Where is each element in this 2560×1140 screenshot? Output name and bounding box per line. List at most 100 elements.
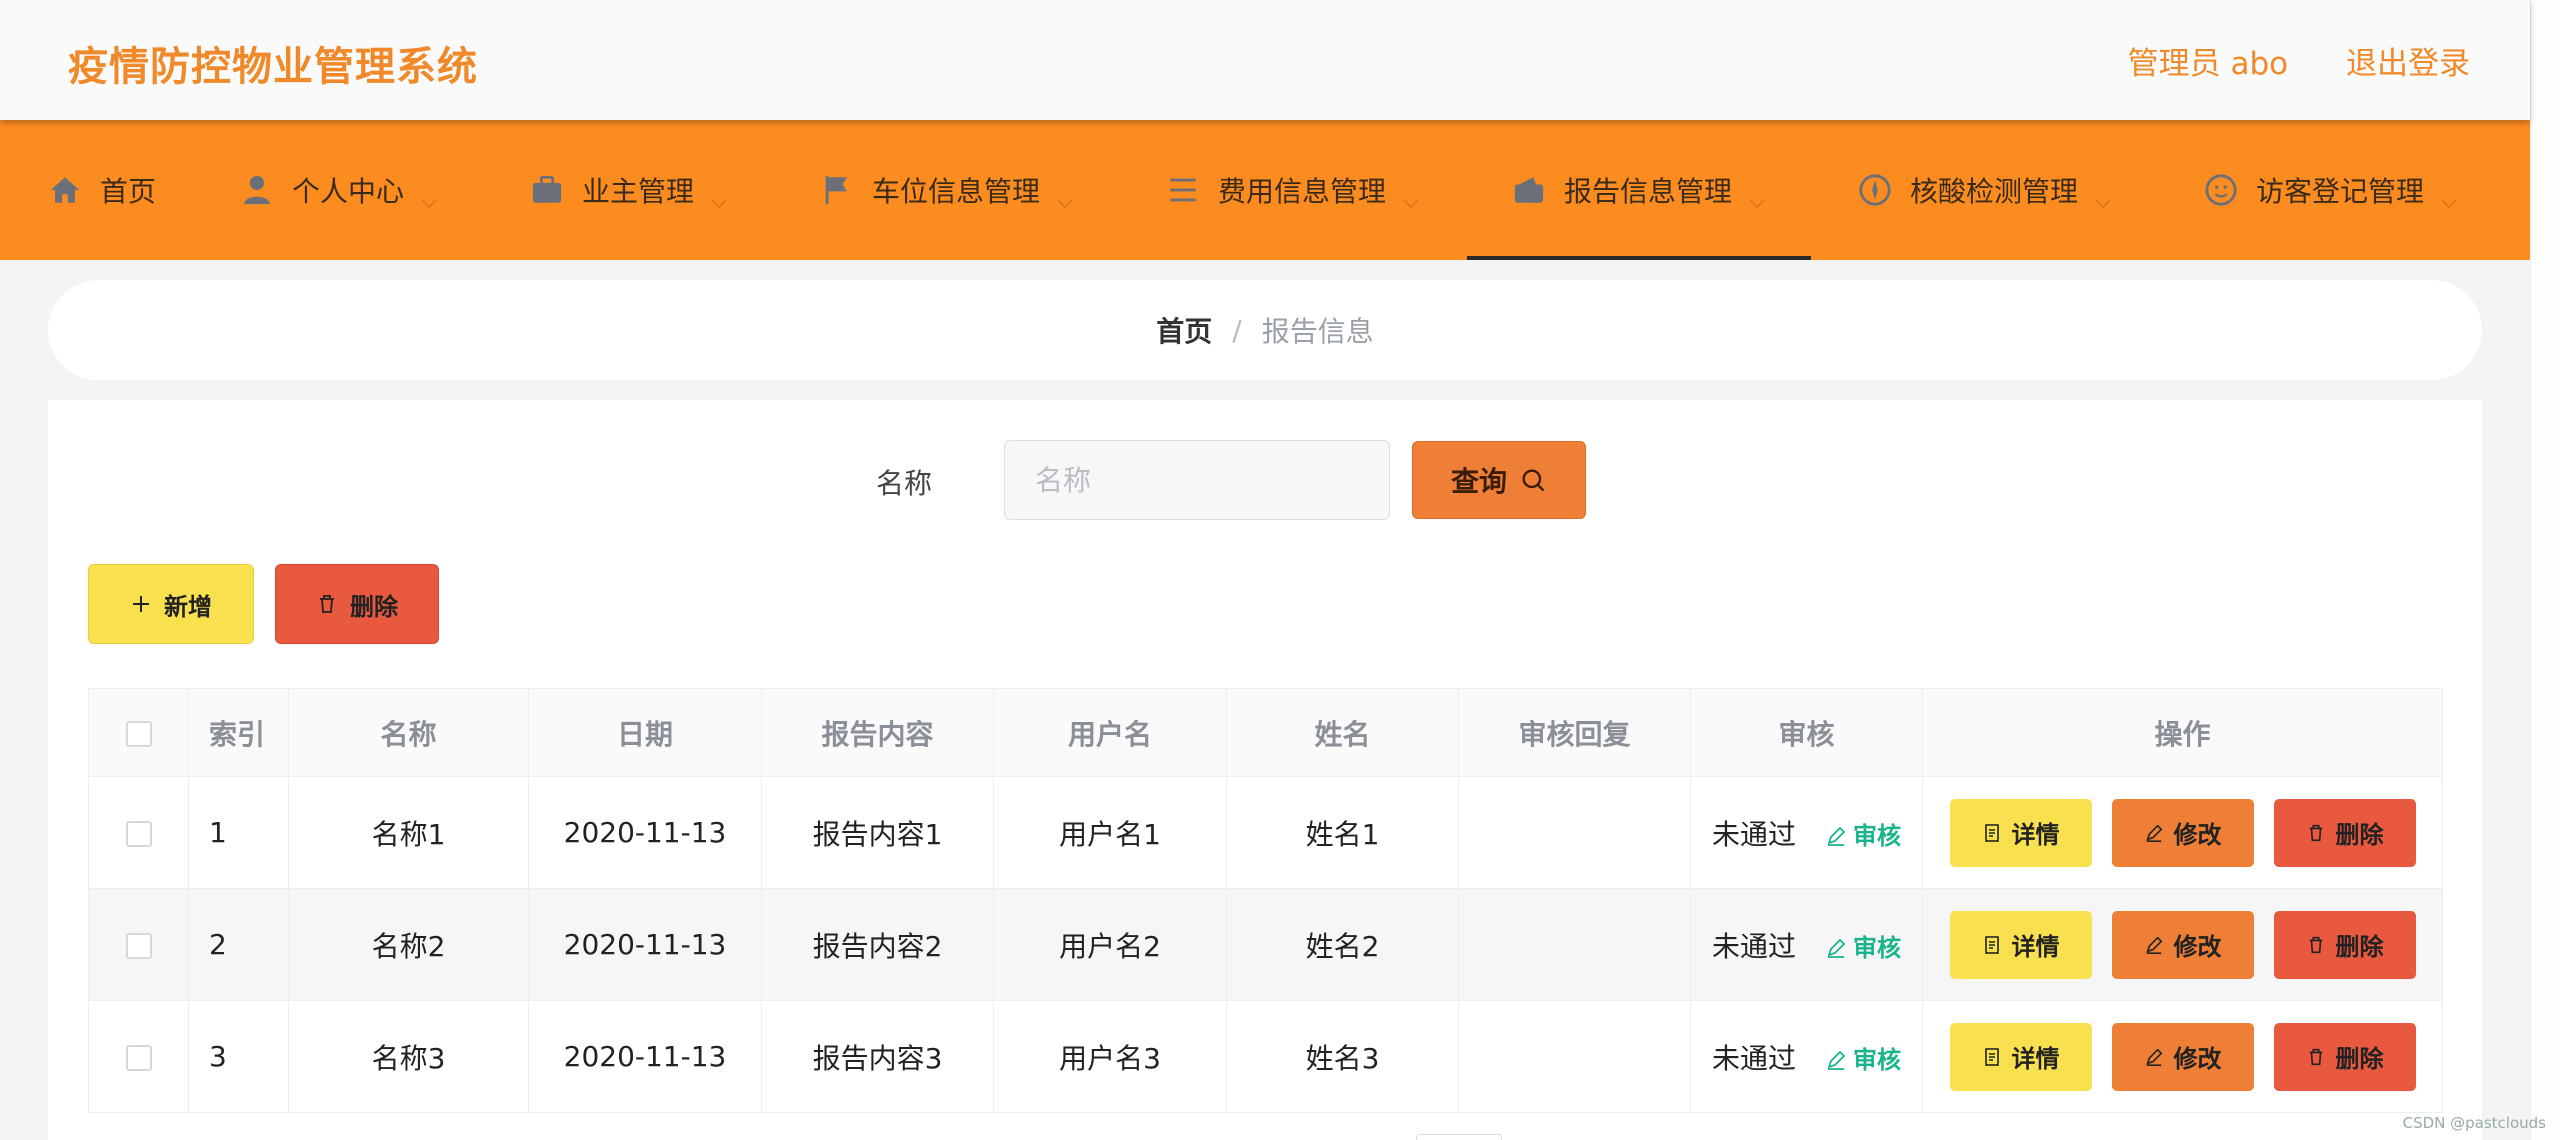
user-area: 管理员 abo 退出登录	[2128, 38, 2470, 83]
top-header: 疫情防控物业管理系统 管理员 abo 退出登录	[0, 0, 2530, 120]
nav-item-owners[interactable]: 业主管理	[530, 120, 728, 260]
delete-button[interactable]: 删除	[2273, 798, 2416, 867]
edit-icon	[1827, 826, 1846, 846]
column-header: 日期	[528, 688, 762, 777]
cell-username: 用户名3	[993, 1000, 1227, 1113]
search-label: 名称	[876, 467, 933, 500]
cell-username: 用户名1	[993, 776, 1227, 889]
cell-date: 2020-11-13	[528, 1000, 762, 1113]
audit-status: 未通过	[1712, 817, 1797, 851]
detail-button[interactable]: 详情	[1949, 1022, 2092, 1091]
nav-item-nucleic-tests[interactable]: 核酸检测管理	[1858, 120, 2112, 260]
delete-button[interactable]: 删除	[2273, 910, 2416, 979]
table-row: 2 名称2 2020-11-13 报告内容2 用户名2 姓名2 未通过 审核 详…	[88, 888, 2443, 1001]
cell-index: 2	[188, 888, 289, 1001]
audit-link[interactable]: 审核	[1825, 1046, 1901, 1074]
cell-name: 名称3	[288, 1000, 529, 1113]
row-checkbox[interactable]	[125, 821, 152, 847]
cell-date: 2020-11-13	[528, 888, 762, 1001]
breadcrumb-current: 报告信息	[1261, 315, 1374, 348]
nav-item-profile[interactable]: 个人中心	[240, 120, 438, 260]
audit-link[interactable]: 审核	[1825, 934, 1901, 962]
cell-audit: 未通过 审核	[1690, 776, 1923, 889]
breadcrumb: 首页 / 报告信息	[48, 280, 2482, 380]
cell-realname: 姓名3	[1226, 1000, 1459, 1113]
vertical-scrollbar[interactable]	[2530, 0, 2560, 1140]
batch-delete-button-label: 删除	[350, 592, 398, 621]
audit-status: 未通过	[1712, 1041, 1797, 1075]
column-header: 名称	[288, 688, 529, 777]
delete-button-label: 删除	[2335, 1045, 2384, 1073]
chevron-down-icon	[710, 184, 728, 209]
trash-icon	[2309, 824, 2322, 841]
add-button[interactable]: 新增	[88, 564, 254, 644]
edit-button[interactable]: 修改	[2111, 798, 2254, 867]
user-icon	[240, 173, 274, 207]
edit-button-label: 修改	[2173, 821, 2222, 849]
column-header: 索引	[188, 688, 289, 777]
breadcrumb-home[interactable]: 首页	[1156, 310, 1212, 350]
row-checkbox[interactable]	[125, 1045, 152, 1071]
flag-icon	[820, 173, 854, 207]
edit-icon	[1827, 1050, 1846, 1070]
nav-item-label: 访客登记管理	[2256, 175, 2425, 208]
row-checkbox[interactable]	[125, 933, 152, 959]
row-select-cell	[88, 776, 189, 889]
cell-realname: 姓名1	[1226, 776, 1459, 889]
query-button[interactable]: 查询	[1412, 441, 1586, 519]
audit-link[interactable]: 审核	[1825, 822, 1901, 850]
nav-item-home[interactable]: 首页	[48, 120, 156, 260]
edit-icon	[2145, 824, 2162, 842]
search-input[interactable]	[1004, 440, 1390, 520]
delete-button[interactable]: 删除	[2273, 1022, 2416, 1091]
batch-delete-button[interactable]: 删除	[275, 564, 439, 644]
main-nav: 首页 个人中心 业主管理 车位信息管理 费用信息管理 报告信息管理 核酸检测管理…	[0, 120, 2530, 260]
nav-item-label: 个人中心	[292, 175, 405, 208]
breadcrumb-separator: /	[1232, 313, 1242, 347]
edit-button-label: 修改	[2173, 933, 2222, 961]
edit-button-label: 修改	[2173, 1045, 2222, 1073]
nav-item-label: 业主管理	[582, 175, 695, 208]
edit-icon	[2145, 1048, 2162, 1066]
nav-item-fees[interactable]: 费用信息管理	[1166, 120, 1420, 260]
edit-button[interactable]: 修改	[2111, 910, 2254, 979]
cell-reply	[1458, 776, 1691, 889]
logout-link[interactable]: 退出登录	[2346, 38, 2470, 83]
home-icon	[48, 173, 82, 207]
column-header: 操作	[1922, 688, 2443, 777]
cell-content: 报告内容1	[761, 776, 994, 889]
pagination-edge	[1416, 1134, 1502, 1140]
cell-name: 名称1	[288, 776, 529, 889]
nav-item-reports[interactable]: 报告信息管理	[1466, 120, 1812, 260]
table-row: 3 名称3 2020-11-13 报告内容3 用户名3 姓名3 未通过 审核 详…	[88, 1000, 2443, 1113]
delete-button-label: 删除	[2335, 933, 2384, 961]
nav-item-parking[interactable]: 车位信息管理	[820, 120, 1074, 260]
nav-item-visitors[interactable]: 访客登记管理	[2204, 120, 2458, 260]
cell-date: 2020-11-13	[528, 776, 762, 889]
nav-item-label: 车位信息管理	[872, 175, 1041, 208]
audit-link-label: 审核	[1852, 821, 1901, 850]
edit-button[interactable]: 修改	[2111, 1022, 2254, 1091]
nav-item-label: 报告信息管理	[1564, 175, 1733, 208]
detail-button[interactable]: 详情	[1949, 910, 2092, 979]
audit-link-label: 审核	[1852, 933, 1901, 962]
cell-index: 3	[188, 1000, 289, 1113]
chevron-down-icon	[2094, 184, 2112, 209]
column-header: 用户名	[993, 688, 1227, 777]
watermark: CSDN @pastclouds	[2402, 1114, 2546, 1132]
trash-icon	[2309, 936, 2322, 953]
detail-button[interactable]: 详情	[1949, 798, 2092, 867]
cell-reply	[1458, 1000, 1691, 1113]
query-button-label: 查询	[1450, 465, 1507, 498]
wallet-icon	[1512, 173, 1546, 207]
cell-actions: 详情 修改 删除	[1922, 888, 2443, 1001]
detail-button-label: 详情	[2011, 1045, 2060, 1073]
table-row: 1 名称1 2020-11-13 报告内容1 用户名1 姓名1 未通过 审核 详…	[88, 776, 2443, 889]
document-icon	[1984, 935, 1999, 954]
column-header: 审核	[1690, 688, 1923, 777]
nav-item-label: 核酸检测管理	[1910, 175, 2079, 208]
search-icon	[1522, 469, 1545, 492]
cell-content: 报告内容3	[761, 1000, 994, 1113]
select-all-checkbox[interactable]	[125, 721, 152, 747]
app-title: 疫情防控物业管理系统	[68, 44, 478, 90]
